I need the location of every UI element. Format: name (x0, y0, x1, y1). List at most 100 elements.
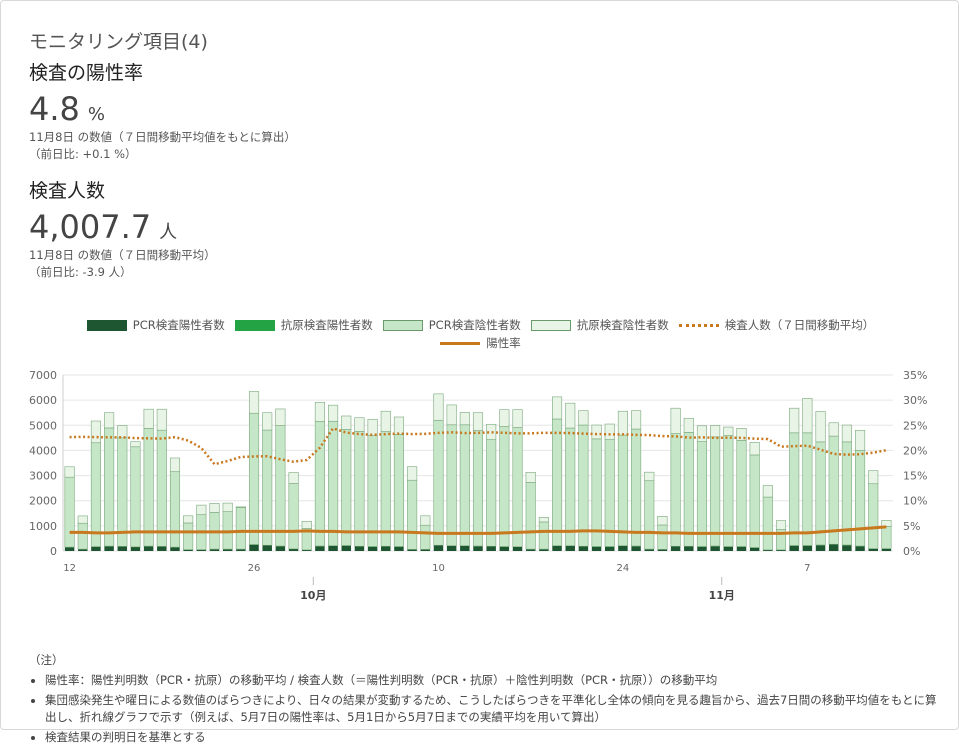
y-left-tick-label: 2000 (29, 495, 57, 508)
bar-pcr-positive (539, 549, 548, 551)
bar-antigen-negative (315, 402, 324, 421)
legend-swatch-antigen-pos (235, 320, 275, 331)
bar-pcr-positive (236, 549, 245, 551)
bar-pcr-negative (539, 522, 548, 549)
footnote: （注） 陽性率：陽性判明数（PCR・抗原）の移動平均 / 検査人数（＝陽性判明数… (29, 652, 939, 749)
bar-pcr-positive (500, 547, 509, 551)
bar-pcr-negative (236, 507, 245, 549)
y-right-tick-label: 35% (903, 369, 927, 382)
bar-antigen-negative (407, 467, 416, 481)
positivity-note: 11月8日 の数値（７日間移動平均値をもとに算出） (29, 129, 296, 145)
legend-label-pcr-neg: PCR検査陰性者数 (429, 317, 521, 333)
bar-pcr-positive (882, 549, 891, 551)
bar-pcr-negative (671, 434, 680, 547)
bar-antigen-negative (855, 430, 864, 450)
bar-antigen-negative (157, 409, 166, 430)
legend-swatch-avg-tests (679, 324, 719, 327)
month-label: 11月 (709, 589, 735, 602)
legend-label-avg-tests: 検査人数（７日間移動平均） (725, 317, 875, 333)
bar-antigen-negative (210, 503, 219, 512)
bar-pcr-positive (170, 547, 179, 551)
bar-pcr-negative (342, 429, 351, 545)
bar-pcr-negative (328, 421, 337, 545)
bar-antigen-negative (829, 423, 838, 436)
bar-pcr-negative (78, 523, 87, 549)
bar-pcr-negative (170, 472, 179, 547)
bar-antigen-negative (500, 410, 509, 427)
bar-antigen-negative (104, 413, 113, 428)
bar-antigen-negative (355, 418, 364, 432)
month-label: 10月 (300, 589, 326, 602)
y-right-tick-label: 10% (903, 495, 927, 508)
bar-pcr-positive (803, 546, 812, 551)
bar-pcr-positive (91, 547, 100, 551)
legend-item-pcr-neg[interactable]: PCR検査陰性者数 (383, 317, 521, 333)
legend-item-avg-tests[interactable]: 検査人数（７日間移動平均） (679, 317, 875, 333)
bar-pcr-negative (631, 429, 640, 546)
y-left-tick-label: 6000 (29, 394, 57, 407)
bar-pcr-negative (868, 484, 877, 549)
bar-pcr-positive (210, 549, 219, 551)
bar-pcr-negative (65, 477, 74, 547)
bar-pcr-positive (78, 549, 87, 551)
bar-pcr-positive (816, 545, 825, 551)
legend-swatch-antigen-neg (531, 320, 571, 331)
bar-pcr-negative (276, 426, 285, 546)
bar-pcr-negative (618, 435, 627, 546)
bar-antigen-negative (91, 421, 100, 443)
bar-pcr-positive (434, 545, 443, 551)
bar-pcr-negative (460, 425, 469, 546)
bar-pcr-positive (223, 549, 232, 551)
y-right-tick-label: 15% (903, 470, 927, 483)
bar-pcr-positive (276, 546, 285, 551)
bar-antigen-negative (671, 408, 680, 433)
bar-antigen-negative (697, 426, 706, 442)
bar-pcr-positive (513, 547, 522, 551)
bar-pcr-positive (65, 547, 74, 551)
positivity-title: 検査の陽性率 (29, 58, 143, 85)
bar-antigen-negative (658, 516, 667, 525)
bar-pcr-negative (710, 437, 719, 546)
bar-pcr-negative (565, 428, 574, 546)
bar-pcr-negative (789, 433, 798, 546)
bar-pcr-negative (91, 443, 100, 547)
bar-pcr-positive (829, 544, 838, 551)
bar-pcr-positive (526, 549, 535, 551)
bar-pcr-positive (447, 546, 456, 551)
bar-pcr-negative (552, 419, 561, 546)
legend-item-pcr-pos[interactable]: PCR検査陽性者数 (87, 317, 225, 333)
footnote-item: 陽性率：陽性判明数（PCR・抗原）の移動平均 / 検査人数（＝陽性判明数（PCR… (45, 672, 939, 689)
bar-pcr-positive (605, 547, 614, 551)
bar-pcr-negative (421, 525, 430, 549)
bar-pcr-negative (394, 434, 403, 546)
bar-pcr-negative (381, 432, 390, 547)
footnote-item: 検査結果の判明日を基準とする (45, 729, 939, 746)
y-right-tick-label: 30% (903, 394, 927, 407)
chart-legend: PCR検査陽性者数 抗原検査陽性者数 PCR検査陰性者数 抗原検査陰性者数 検査… (1, 316, 959, 352)
bar-pcr-positive (473, 546, 482, 551)
bar-pcr-positive (618, 546, 627, 551)
bar-pcr-negative (289, 483, 298, 548)
bar-antigen-negative (684, 418, 693, 432)
tests-title: 検査人数 (29, 176, 105, 203)
legend-item-rate[interactable]: 陽性率 (440, 335, 521, 351)
legend-label-rate: 陽性率 (486, 335, 521, 351)
x-tick-label: 12 (63, 563, 76, 574)
legend-item-antigen-pos[interactable]: 抗原検査陽性者数 (235, 317, 373, 333)
bar-antigen-negative (302, 521, 311, 528)
bar-pcr-negative (684, 432, 693, 546)
bar-antigen-negative (65, 467, 74, 477)
bar-pcr-positive (289, 549, 298, 551)
bar-pcr-negative (763, 497, 772, 550)
bar-pcr-positive (658, 549, 667, 551)
bar-antigen-negative (803, 398, 812, 432)
bar-pcr-negative (249, 413, 258, 544)
footnote-heading: （注） (29, 652, 939, 668)
bar-antigen-negative (236, 507, 245, 508)
bar-pcr-negative (447, 425, 456, 546)
positivity-unit: % (88, 104, 105, 125)
bar-antigen-negative (631, 411, 640, 429)
legend-item-antigen-neg[interactable]: 抗原検査陰性者数 (531, 317, 669, 333)
legend-swatch-pcr-neg (383, 320, 423, 331)
bar-pcr-negative (513, 428, 522, 547)
